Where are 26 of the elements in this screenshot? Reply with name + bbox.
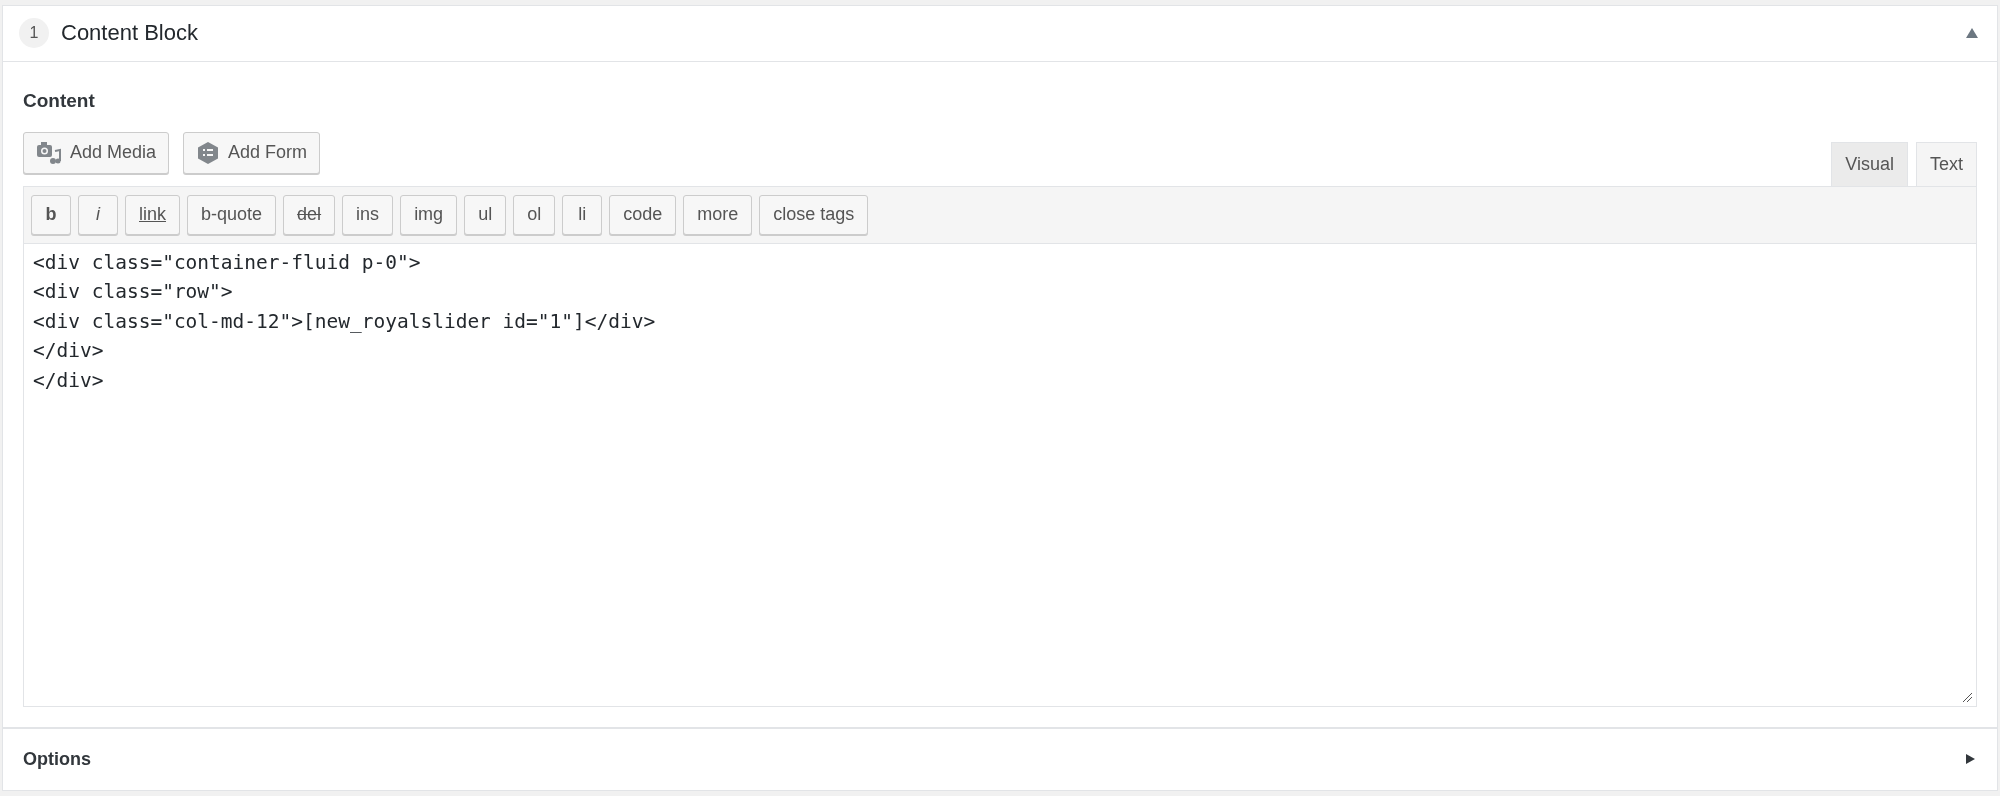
- format-button[interactable]: b-quote: [187, 194, 277, 235]
- format-button[interactable]: link: [125, 194, 180, 235]
- format-button[interactable]: li: [562, 194, 603, 235]
- section-title: Options: [23, 748, 91, 770]
- block-title: Content Block: [61, 20, 198, 47]
- editor-tab[interactable]: Visual: [1831, 141, 1908, 186]
- format-button[interactable]: ol: [513, 194, 556, 235]
- collapse-arrow-icon[interactable]: [1965, 27, 1979, 40]
- block-number: 1: [19, 18, 49, 49]
- format-button[interactable]: close tags: [759, 194, 869, 235]
- field-label: Content: [23, 89, 96, 112]
- camera-music-icon: [36, 140, 62, 165]
- format-button[interactable]: code: [609, 194, 677, 235]
- format-button[interactable]: img: [400, 194, 458, 235]
- media-button[interactable]: Add Form: [183, 131, 321, 174]
- format-button[interactable]: ul: [464, 194, 507, 235]
- form-icon: [196, 140, 221, 165]
- format-button[interactable]: del: [283, 194, 336, 235]
- media-button[interactable]: Add Media: [23, 131, 170, 174]
- resize-handle-icon[interactable]: [1961, 690, 1973, 703]
- format-button[interactable]: i: [78, 194, 118, 235]
- format-button[interactable]: ins: [342, 194, 394, 235]
- editor-tab[interactable]: Text: [1916, 141, 1977, 186]
- format-button[interactable]: b: [31, 194, 71, 235]
- format-button[interactable]: more: [683, 194, 753, 235]
- expand-arrow-icon[interactable]: [1963, 753, 1977, 766]
